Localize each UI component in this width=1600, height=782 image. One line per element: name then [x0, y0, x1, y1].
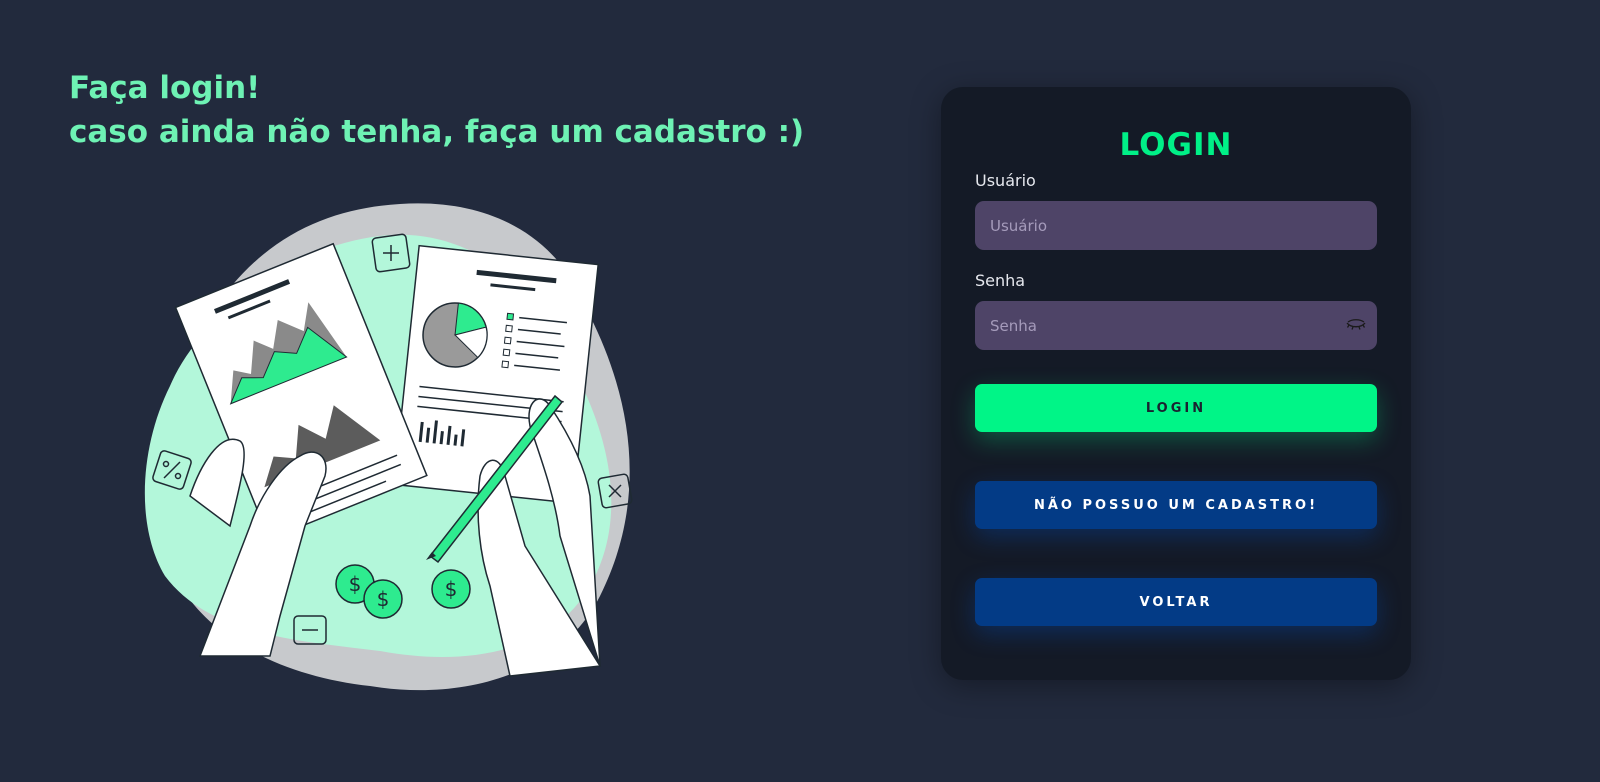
password-label: Senha — [975, 271, 1026, 290]
eye-closed-icon[interactable] — [1345, 316, 1367, 334]
back-button[interactable]: VOLTAR — [975, 578, 1377, 626]
hero-line-1: Faça login! — [69, 70, 261, 106]
username-label: Usuário — [975, 171, 1036, 190]
hero-heading: Faça login! caso ainda não tenha, faça u… — [69, 66, 804, 154]
svg-text:$: $ — [377, 587, 390, 611]
register-button[interactable]: NÃO POSSUO UM CADASTRO! — [975, 481, 1377, 529]
svg-text:$: $ — [349, 572, 362, 596]
login-button[interactable]: LOGIN — [975, 384, 1377, 432]
login-panel: LOGIN Usuário Senha LOGIN NÃO POSSUO UM … — [941, 87, 1411, 680]
username-input[interactable] — [975, 201, 1377, 250]
password-input[interactable] — [975, 301, 1377, 350]
login-title: LOGIN — [1119, 127, 1233, 163]
svg-text:$: $ — [445, 577, 458, 601]
finance-report-illustration: $ $ $ — [144, 203, 633, 691]
hero-line-2: caso ainda não tenha, faça um cadastro :… — [69, 114, 805, 150]
